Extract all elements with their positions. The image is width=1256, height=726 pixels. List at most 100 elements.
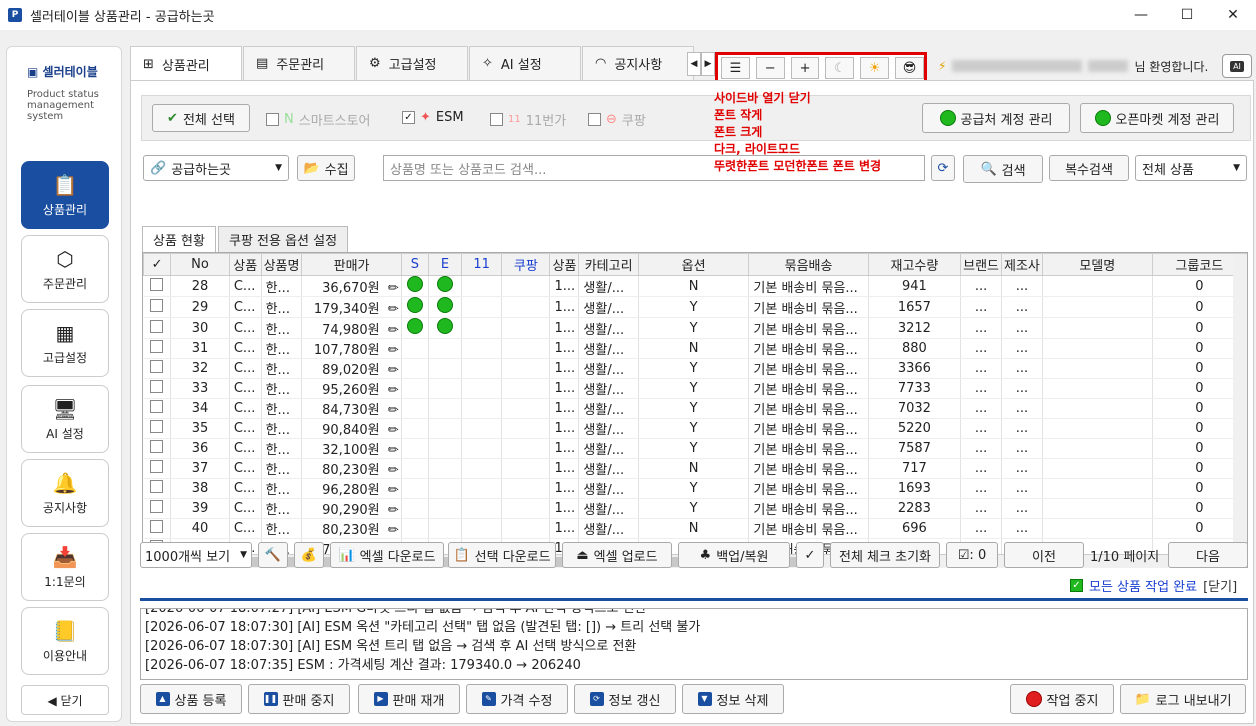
column-header[interactable]: ✓ xyxy=(143,253,172,276)
table-cell[interactable] xyxy=(143,398,172,419)
pencil-icon[interactable]: ✏ xyxy=(384,443,399,458)
row-checkbox[interactable] xyxy=(150,420,164,433)
table-cell[interactable] xyxy=(143,317,172,339)
prev-page-button[interactable]: 이전 xyxy=(1004,542,1084,568)
table-row[interactable]: 31 C... 한... 107,780원 ✏ 1... 생활/... N 기본 배송비 묶음… xyxy=(143,338,1247,359)
column-header[interactable]: 묶음배송 xyxy=(748,253,869,276)
table-cell[interactable] xyxy=(143,358,172,379)
table-cell[interactable] xyxy=(143,418,172,439)
column-header[interactable]: 쿠팡 xyxy=(501,253,551,276)
row-checkbox[interactable] xyxy=(150,380,164,393)
resume-sale-button[interactable]: ▶ 판매 재개 xyxy=(358,684,460,714)
tab-order[interactable]: ▤ 주문관리 xyxy=(243,46,355,80)
pencil-icon[interactable]: ✏ xyxy=(384,483,399,498)
font-smaller-button[interactable]: − xyxy=(755,57,785,79)
tab-notice[interactable]: ◠ 공지사항 xyxy=(582,46,694,80)
row-checkbox[interactable] xyxy=(150,460,164,473)
supplier-select[interactable]: 🔗 공급하는곳 ▼ xyxy=(143,155,289,181)
pencil-icon[interactable]: ✏ xyxy=(384,302,399,317)
excel-upload-button[interactable]: ⏏ 엑셀 업로드 xyxy=(562,542,672,568)
sidebar-item-guide[interactable]: 📒 이용안내 xyxy=(21,607,109,675)
coupang-option[interactable]: ⊖ 쿠팡 xyxy=(588,110,646,129)
pencil-icon[interactable]: ✏ xyxy=(384,323,399,338)
table-cell[interactable] xyxy=(143,296,172,318)
esm-option[interactable]: ✓ ✦ ESM xyxy=(402,110,464,125)
excel-download-button[interactable]: 📊 엑셀 다운로드 xyxy=(330,542,444,568)
column-header[interactable]: S xyxy=(400,253,430,276)
row-checkbox[interactable] xyxy=(150,500,164,513)
page-size-select[interactable]: 1000개씩 보기 ▼ xyxy=(140,542,252,568)
column-header[interactable]: No xyxy=(170,253,230,276)
row-checkbox[interactable] xyxy=(150,480,164,493)
export-log-button[interactable]: 📁 로그 내보내기 xyxy=(1120,684,1246,714)
table-row[interactable]: 36 C... 한... 32,100원 ✏ 1... 생활/... Y 기본 배송비 묶음.… xyxy=(143,438,1247,459)
table-row[interactable]: 30 C... 한... 74,980원 ✏ 1... 생활/... Y 기본 배송비 묶음.… xyxy=(143,317,1247,339)
money-bag-button[interactable]: 💰 xyxy=(294,542,324,568)
font-style-button[interactable]: 😎 xyxy=(895,57,924,79)
smartstore-option[interactable]: N 스마트스토어 xyxy=(266,110,371,129)
tab-product[interactable]: ⊞ 상품관리 xyxy=(130,46,242,81)
table-row[interactable]: 33 C... 한... 95,260원 ✏ 1... 생활/... Y 기본 배송비 묶음.… xyxy=(143,378,1247,399)
sidebar-item-product[interactable]: 📋 상품관리 xyxy=(21,161,109,229)
sidebar-item-ai[interactable]: 🖥 AI 설정 xyxy=(21,385,109,453)
row-checkbox[interactable] xyxy=(150,298,164,312)
row-checkbox[interactable] xyxy=(150,360,164,373)
done-close-link[interactable]: [닫기] xyxy=(1203,576,1237,595)
pencil-icon[interactable]: ✏ xyxy=(384,363,399,378)
stop-job-button[interactable]: 작업 중지 xyxy=(1010,684,1114,714)
hammer-button[interactable]: 🔨 xyxy=(258,542,288,568)
tab-scroll-right-icon[interactable]: ▶ xyxy=(701,52,715,76)
delete-info-button[interactable]: ▼ 정보 삭제 xyxy=(682,684,784,714)
table-row[interactable]: 32 C... 한... 89,020원 ✏ 1... 생활/... Y 기본 배송비 묶음.… xyxy=(143,358,1247,379)
column-header[interactable]: 브랜드 xyxy=(960,253,1002,276)
ai-button[interactable]: AI xyxy=(1222,54,1252,78)
esm-checkbox[interactable]: ✓ xyxy=(402,111,415,124)
reset-checks-button[interactable]: 전체 체크 초기화 xyxy=(830,542,940,568)
pencil-icon[interactable]: ✏ xyxy=(384,343,399,358)
column-header[interactable]: 상품명 xyxy=(260,253,303,276)
table-row[interactable]: 38 C... 한... 96,280원 ✏ 1... 생활/... Y 기본 배송비 묶음.… xyxy=(143,478,1247,499)
table-row[interactable]: 34 C... 한... 84,730원 ✏ 1... 생활/... Y 기본 배송비 묶음.… xyxy=(143,398,1247,419)
column-header[interactable]: 재고수량 xyxy=(867,253,962,276)
row-checkbox[interactable] xyxy=(150,400,164,413)
minimize-button[interactable]: — xyxy=(1118,0,1164,30)
selected-download-button[interactable]: 📋 선택 다운로드 xyxy=(448,542,556,568)
table-cell[interactable] xyxy=(143,275,172,297)
sidebar-item-advanced[interactable]: ▦ 고급설정 xyxy=(21,309,109,377)
table-cell[interactable] xyxy=(143,458,172,479)
sidebar-toggle-button[interactable]: ☰ xyxy=(721,57,750,79)
row-checkbox[interactable] xyxy=(150,277,164,291)
table-cell[interactable] xyxy=(143,378,172,399)
dark-mode-button[interactable]: ☾ xyxy=(825,57,855,79)
column-header[interactable]: 모델명 xyxy=(1041,253,1153,276)
sidebar-close-button[interactable]: ◀ 닫기 xyxy=(21,685,109,715)
subtab-status[interactable]: 상품 현황 xyxy=(142,226,216,252)
smartstore-checkbox[interactable] xyxy=(266,113,279,126)
table-cell[interactable] xyxy=(143,338,172,359)
pencil-icon[interactable]: ✏ xyxy=(384,423,399,438)
check-button[interactable]: ✓ xyxy=(796,542,824,568)
table-row[interactable]: 28 C... 한... 36,670원 ✏ 1... 생활/... N 기본 배송비 묶음.… xyxy=(143,275,1247,297)
table-row[interactable]: 39 C... 한... 90,290원 ✏ 1... 생활/... Y 기본 배송비 묶음.… xyxy=(143,498,1247,519)
pencil-icon[interactable]: ✏ xyxy=(384,383,399,398)
select-all-button[interactable]: ✔ 전체 선택 xyxy=(152,104,250,132)
font-larger-button[interactable]: + xyxy=(790,57,820,79)
column-header[interactable]: 상품 xyxy=(549,253,580,276)
sidebar-item-order[interactable]: ⬡ 주문관리 xyxy=(21,235,109,303)
subtab-coupang-option[interactable]: 쿠팡 전용 옵션 설정 xyxy=(217,226,349,252)
supplier-account-button[interactable]: 공급처 계정 관리 xyxy=(922,103,1070,133)
row-checkbox[interactable] xyxy=(150,340,164,353)
column-header[interactable]: 상품 xyxy=(228,253,262,276)
table-cell[interactable] xyxy=(143,438,172,459)
tab-advanced[interactable]: ⚙ 고급설정 xyxy=(356,46,468,80)
light-mode-button[interactable]: ☀ xyxy=(860,57,890,79)
refresh-info-button[interactable]: ⟳ 정보 갱신 xyxy=(574,684,676,714)
row-checkbox[interactable] xyxy=(150,319,164,333)
vertical-scrollbar[interactable] xyxy=(1233,254,1247,554)
column-header[interactable]: 옵션 xyxy=(637,253,750,276)
pencil-icon[interactable]: ✏ xyxy=(384,403,399,418)
table-row[interactable]: 29 C... 한... 179,340원 ✏ 1... 생활/... Y 기본 배송비 묶음… xyxy=(143,296,1247,318)
table-cell[interactable] xyxy=(143,518,172,539)
column-header[interactable]: E xyxy=(428,253,462,276)
table-row[interactable]: 40 C... 한... 80,230원 ✏ 1... 생활/... N 기본 배송비 묶음.… xyxy=(143,518,1247,539)
